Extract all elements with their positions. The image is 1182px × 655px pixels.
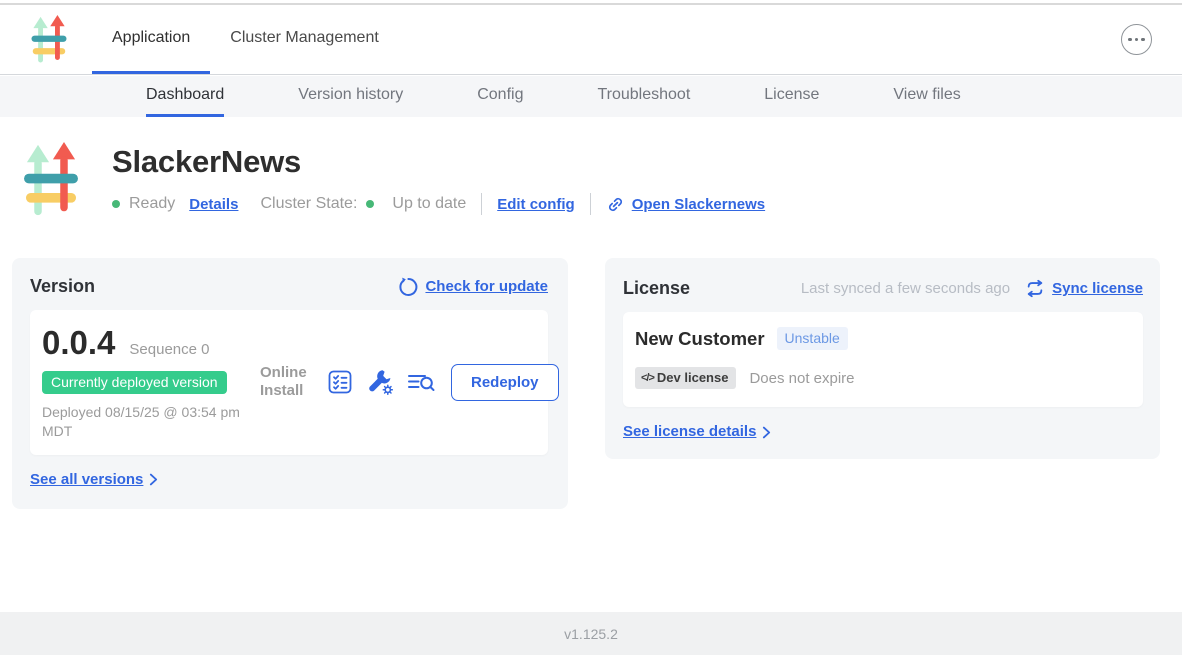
edit-config-link[interactable]: Edit config xyxy=(497,196,575,213)
app-header: SlackerNews Ready Details Cluster State:… xyxy=(0,117,1182,219)
topnav-spacer xyxy=(399,5,1121,74)
top-nav: Application Cluster Management xyxy=(0,5,1182,75)
sync-license-link[interactable]: Sync license xyxy=(1025,279,1143,298)
divider xyxy=(481,193,482,215)
dashboard-cards: Version Check for update xyxy=(12,258,1160,509)
status-details-link[interactable]: Details xyxy=(189,196,238,213)
check-for-update-link[interactable]: Check for update xyxy=(398,277,548,297)
see-all-versions-link[interactable]: See all versions xyxy=(30,471,158,488)
sync-icon xyxy=(1025,279,1045,298)
tab-cluster-management-label: Cluster Management xyxy=(230,29,379,47)
version-sequence: Sequence 0 xyxy=(129,341,209,358)
version-card-title: Version xyxy=(30,276,95,297)
version-number: 0.0.4 xyxy=(42,324,115,362)
preflight-checks-icon[interactable] xyxy=(326,368,354,396)
edit-config-icon[interactable] xyxy=(366,368,394,396)
footer: v1.125.2 xyxy=(0,612,1182,655)
link-icon xyxy=(606,195,625,214)
cluster-state-value: Up to date xyxy=(392,195,466,213)
tab-application[interactable]: Application xyxy=(92,5,210,74)
version-actions: Online Install xyxy=(260,364,559,401)
redeploy-button[interactable]: Redeploy xyxy=(451,364,559,401)
open-app-link[interactable]: Open Slackernews xyxy=(606,195,765,214)
app-status-dot xyxy=(112,200,120,208)
tab-cluster-management[interactable]: Cluster Management xyxy=(210,5,399,74)
subtab-license[interactable]: License xyxy=(764,76,819,117)
install-type-label: Online Install xyxy=(260,364,314,400)
license-card-title: License xyxy=(623,278,690,299)
see-license-details-link[interactable]: See license details xyxy=(623,423,771,440)
chevron-right-icon xyxy=(762,426,771,439)
subtab-dashboard[interactable]: Dashboard xyxy=(146,76,224,117)
version-card: Version Check for update xyxy=(12,258,568,509)
divider xyxy=(590,193,591,215)
license-card-header: License Last synced a few seconds ago xyxy=(623,278,1143,299)
chevron-right-icon xyxy=(149,473,158,486)
license-card: License Last synced a few seconds ago xyxy=(605,258,1160,459)
license-panel: New Customer Unstable </> Dev license Do… xyxy=(623,312,1143,407)
cluster-state-label: Cluster State: xyxy=(260,195,357,213)
top-tabs: Application Cluster Management xyxy=(92,5,399,74)
refresh-icon xyxy=(398,277,418,297)
subtab-config[interactable]: Config xyxy=(477,76,523,117)
subtab-view-files[interactable]: View files xyxy=(893,76,960,117)
subtab-troubleshoot[interactable]: Troubleshoot xyxy=(597,76,690,117)
app-sub-nav: Dashboard Version history Config Trouble… xyxy=(0,76,1182,117)
cluster-state-dot xyxy=(366,200,374,208)
tab-application-label: Application xyxy=(112,29,190,47)
customer-name: New Customer xyxy=(635,328,765,350)
app-status-text: Ready xyxy=(129,195,175,213)
version-info: 0.0.4 Sequence 0 Currently deployed vers… xyxy=(42,324,260,441)
overflow-menu-button[interactable] xyxy=(1121,24,1152,55)
current-version-panel: 0.0.4 Sequence 0 Currently deployed vers… xyxy=(30,310,548,455)
console-version: v1.125.2 xyxy=(564,626,618,642)
subtab-version-history[interactable]: Version history xyxy=(298,76,403,117)
deployed-badge: Currently deployed version xyxy=(42,371,227,394)
deployed-timestamp: Deployed 08/15/25 @ 03:54 pm MDT xyxy=(42,403,258,441)
app-logo-large-icon xyxy=(22,142,80,219)
code-icon: </> xyxy=(641,372,654,384)
page-title: SlackerNews xyxy=(112,144,765,180)
last-synced-text: Last synced a few seconds ago xyxy=(801,280,1010,297)
ellipsis-icon xyxy=(1128,38,1132,42)
app-head-text: SlackerNews Ready Details Cluster State:… xyxy=(112,142,765,219)
license-type-tag: </> Dev license xyxy=(635,367,736,389)
version-card-header: Version Check for update xyxy=(30,276,548,297)
view-files-icon[interactable] xyxy=(406,368,436,396)
channel-badge: Unstable xyxy=(777,327,848,350)
app-status-row: Ready Details Cluster State: Up to date … xyxy=(112,193,765,215)
license-expiry: Does not expire xyxy=(749,370,854,387)
admin-console-page: Application Cluster Management Dashboard… xyxy=(0,0,1182,655)
app-logo-icon xyxy=(30,15,68,65)
